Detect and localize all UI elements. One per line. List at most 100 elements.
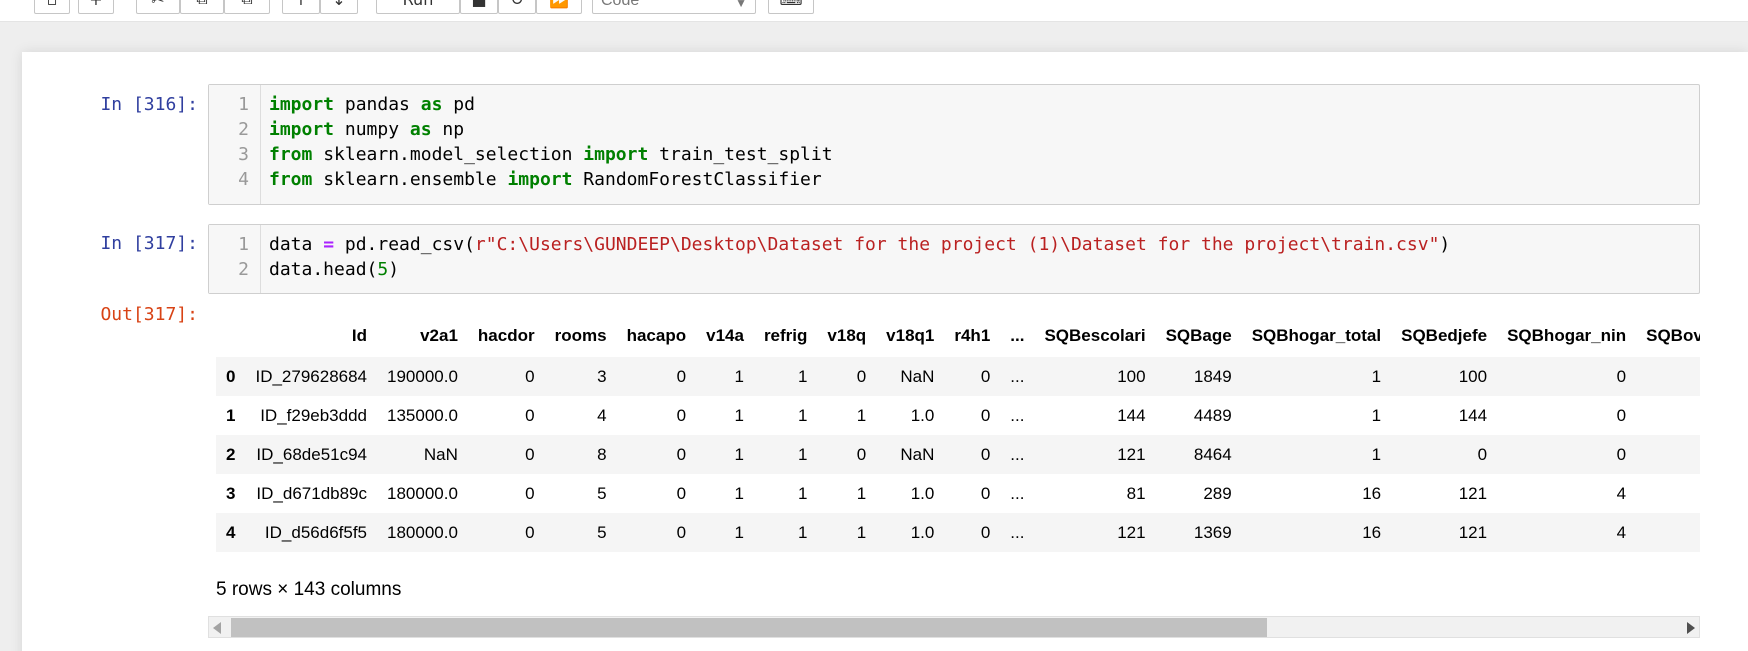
line-number: 2: [238, 259, 249, 280]
table-cell: NaN: [900, 444, 935, 464]
header-row: Id v2a1 hacdor rooms hacapo v14a refrig v18q v18…: [216, 315, 1700, 357]
table-cell: 121: [1117, 522, 1146, 542]
table-cell: 0: [525, 522, 535, 542]
cut-button[interactable]: ✂: [136, 0, 180, 14]
scrollbar-thumb[interactable]: [231, 618, 1267, 637]
table-cell: 4: [1616, 522, 1627, 542]
code-token: as: [409, 119, 432, 140]
code-line[interactable]: 1 import pandas as pd: [209, 92, 1699, 117]
table-cell: 0: [525, 444, 535, 464]
dataframe-output: Id v2a1 hacdor rooms hacapo v14a refrig v18q v18…: [216, 315, 1700, 615]
move-down-button[interactable]: ↓: [320, 0, 358, 14]
column-header: hacapo: [626, 326, 687, 345]
code-text: import pandas as pd: [269, 92, 475, 117]
row-index: 1: [226, 405, 236, 425]
code-token: =: [323, 234, 335, 255]
column-header: v14a: [706, 326, 744, 345]
row-index: 3: [226, 483, 236, 503]
line-number: 4: [238, 169, 249, 190]
table-cell: 16: [1362, 522, 1382, 542]
code-token: data.head(: [269, 259, 378, 280]
column-header: v18q: [827, 326, 867, 345]
save-button[interactable]: ▫: [34, 0, 70, 14]
code-token: ): [1439, 234, 1451, 255]
notebook-toolbar: ▫ + ✂ ⧉ ⧉ ↑ ↓ Run ■ ↻ ⏩ Code ▼ ⌨: [0, 0, 1748, 22]
code-cell-316[interactable]: 1 import pandas as pd 2 import numpy as np 3…: [208, 84, 1700, 205]
table-cell: 3: [597, 366, 607, 386]
table-cell: 1.777778: [1636, 513, 1700, 552]
table-cell: 0: [525, 405, 535, 425]
column-header: SQBovercrowding: [1646, 326, 1700, 345]
code-token: import: [269, 94, 335, 115]
code-token: sklearn.model_selection: [312, 144, 584, 165]
code-token: np: [431, 119, 465, 140]
insert-cell-button[interactable]: +: [78, 0, 114, 14]
column-header: rooms: [554, 326, 607, 345]
paste-button[interactable]: ⧉: [224, 0, 270, 14]
table-cell: ID_d671db89c: [256, 483, 368, 503]
column-header: hacdor: [477, 326, 535, 345]
table-cell: 81: [1126, 483, 1146, 503]
table-cell: 0: [856, 444, 867, 464]
code-line[interactable]: 2 data.head(5): [209, 257, 1699, 282]
column-header: refrig: [763, 326, 808, 345]
table-cell: 0: [525, 483, 535, 503]
table-cell: 1: [1371, 444, 1382, 464]
table-cell: 180000.0: [387, 483, 458, 503]
code-token: as: [420, 94, 443, 115]
table-cell: 8464: [1193, 444, 1232, 464]
code-text: from sklearn.model_selection import trai…: [269, 142, 833, 167]
table-cell: 0: [980, 366, 991, 386]
code-token: pd.read_csv(: [334, 234, 475, 255]
code-text: from sklearn.ensemble import RandomFores…: [269, 167, 822, 192]
cell-type-value: Code: [601, 0, 640, 9]
table-cell: 0: [856, 366, 867, 386]
cell-type-select[interactable]: Code ▼: [592, 0, 756, 14]
code-line[interactable]: 4 from sklearn.ensemble import RandomFore…: [209, 167, 1699, 192]
code-cell-317[interactable]: 1 data = pd.read_csv(r"C:\Users\GUNDEEP\D…: [208, 224, 1700, 294]
line-number: 3: [238, 144, 249, 165]
code-line[interactable]: 2 import numpy as np: [209, 117, 1699, 142]
table-cell: 0: [1616, 405, 1627, 425]
command-palette-button[interactable]: ⌨: [768, 0, 814, 14]
table-cell: 1369: [1193, 522, 1232, 542]
run-button[interactable]: Run: [376, 0, 460, 14]
row-index: 2: [226, 444, 236, 464]
code-token: ): [388, 259, 400, 280]
code-token: from: [269, 144, 313, 165]
scroll-left-arrow-icon[interactable]: [213, 622, 221, 634]
code-token: pandas: [334, 94, 421, 115]
move-up-button[interactable]: ↑: [282, 0, 320, 14]
scroll-right-arrow-icon[interactable]: [1687, 622, 1695, 634]
restart-button[interactable]: ↻: [498, 0, 536, 14]
table-row: 4 ID_d56d6f5f5 180000.0 0 5 0 1 1 1 1.0 0... 121 136…: [216, 513, 1700, 552]
line-number: 1: [238, 94, 249, 115]
code-token: data: [269, 234, 324, 255]
column-header: [216, 315, 245, 357]
table-cell: 1.0: [910, 522, 935, 542]
table-cell: 0: [676, 366, 687, 386]
table-cell: 1: [734, 483, 744, 503]
table-cell: NaN: [900, 366, 935, 386]
table-cell: 1: [734, 366, 744, 386]
table-cell: 121: [1458, 483, 1488, 503]
code-token: from: [269, 169, 313, 190]
code-text: import numpy as np: [269, 117, 464, 142]
row-index: 4: [226, 522, 236, 542]
interrupt-button[interactable]: ■: [460, 0, 498, 14]
copy-button[interactable]: ⧉: [180, 0, 224, 14]
table-cell: 121: [1458, 522, 1488, 542]
code-line[interactable]: 1 data = pd.read_csv(r"C:\Users\GUNDEEP\D…: [209, 232, 1699, 257]
code-line[interactable]: 3 from sklearn.model_selection import tra…: [209, 142, 1699, 167]
table-cell: 0: [525, 366, 535, 386]
column-header: r4h1: [954, 326, 991, 345]
restart-run-all-button[interactable]: ⏩: [536, 0, 582, 14]
table-row: 0 ID_279628684 190000.0 0 3 0 1 1 0 NaN 0... 100 184…: [216, 357, 1700, 396]
input-prompt-317: In [317]:: [100, 233, 198, 254]
table-cell: 1: [734, 522, 744, 542]
table-cell: 100: [1117, 366, 1146, 386]
horizontal-scrollbar[interactable]: [208, 616, 1700, 638]
dataframe-table: Id v2a1 hacdor rooms hacapo v14a refrig v18q v18…: [216, 315, 1700, 552]
column-header: SQBage: [1165, 326, 1232, 345]
output-prompt-317: Out[317]:: [100, 304, 198, 325]
